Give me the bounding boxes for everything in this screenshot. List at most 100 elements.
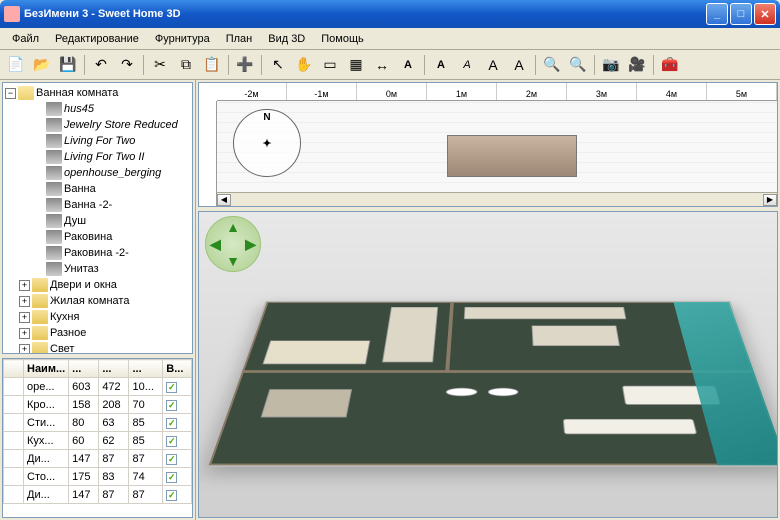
tree-category[interactable]: +Свет: [5, 341, 190, 354]
titlebar: БезИмени 3 - Sweet Home 3D _ □ ✕: [0, 0, 780, 28]
th-c3[interactable]: ...: [129, 360, 163, 378]
dimension-icon[interactable]: ↔: [370, 53, 394, 77]
3d-floor: [206, 301, 778, 467]
select-icon[interactable]: ↖: [266, 53, 290, 77]
tree-item[interactable]: Унитаз: [5, 261, 190, 277]
table-row[interactable]: Кро...15820870✓: [4, 396, 192, 414]
checkbox-icon[interactable]: ✓: [166, 472, 177, 483]
ruler-vertical: [199, 101, 217, 206]
decrease-size-icon[interactable]: A: [507, 53, 531, 77]
menu-3dview[interactable]: Вид 3D: [260, 31, 313, 47]
table-row[interactable]: оре...60347210...✓: [4, 378, 192, 396]
pan-icon[interactable]: ✋: [292, 53, 316, 77]
furniture-table[interactable]: Наим... ... ... ... В... оре...60347210.…: [2, 358, 193, 518]
checkbox-icon[interactable]: ✓: [166, 454, 177, 465]
bed: [263, 340, 371, 364]
menu-furniture[interactable]: Фурнитура: [147, 31, 218, 47]
th-vis[interactable]: В...: [163, 360, 192, 378]
checkbox-icon[interactable]: ✓: [166, 418, 177, 429]
room: [242, 302, 452, 371]
zoom-in-icon[interactable]: 🔍: [540, 53, 564, 77]
minimize-button[interactable]: _: [706, 3, 728, 25]
wall-icon[interactable]: ▭: [318, 53, 342, 77]
sofa: [563, 419, 697, 434]
tree-item[interactable]: Раковина -2-: [5, 245, 190, 261]
italic-icon[interactable]: A: [455, 53, 479, 77]
tree-item[interactable]: Living For Two II: [5, 149, 190, 165]
tree-category[interactable]: +Жилая комната: [5, 293, 190, 309]
tree-category[interactable]: +Двери и окна: [5, 277, 190, 293]
tree-item[interactable]: Душ: [5, 213, 190, 229]
checkbox-icon[interactable]: ✓: [166, 382, 177, 393]
toolbar: 📄 📂 💾 ↶ ↷ ✂ ⧉ 📋 ➕ ↖ ✋ ▭ ▦ ↔ A A A A A 🔍 …: [0, 50, 780, 80]
tree-root[interactable]: −Ванная комната: [5, 85, 190, 101]
copy-icon[interactable]: ⧉: [174, 53, 198, 77]
table-row[interactable]: Сти...806385✓: [4, 414, 192, 432]
menu-help[interactable]: Помощь: [313, 31, 372, 47]
preferences-icon[interactable]: 🧰: [658, 53, 682, 77]
menubar: Файл Редактирование Фурнитура План Вид 3…: [0, 28, 780, 50]
th-name[interactable]: Наим...: [24, 360, 69, 378]
compass-icon[interactable]: ✦: [233, 109, 301, 177]
tree-item[interactable]: Ванна: [5, 181, 190, 197]
nav-down-icon[interactable]: ▼: [226, 253, 240, 269]
scroll-right-icon[interactable]: ▶: [763, 194, 777, 206]
plan-view[interactable]: -2м-1м0м1м2м3м4м5м ✦ ◀ ▶: [198, 82, 778, 207]
app-icon: [4, 6, 20, 22]
tree-item[interactable]: hus45: [5, 101, 190, 117]
bold-icon[interactable]: A: [429, 53, 453, 77]
menu-plan[interactable]: План: [218, 31, 261, 47]
th-c2[interactable]: ...: [99, 360, 129, 378]
tree-item[interactable]: Living For Two: [5, 133, 190, 149]
th-c1[interactable]: ...: [69, 360, 99, 378]
nav-left-icon[interactable]: ◀: [210, 236, 221, 253]
tree-item[interactable]: Ванна -2-: [5, 197, 190, 213]
tree-category[interactable]: +Кухня: [5, 309, 190, 325]
menu-edit[interactable]: Редактирование: [47, 31, 147, 47]
tree-item[interactable]: Раковина: [5, 229, 190, 245]
sink: [487, 387, 519, 396]
cut-icon[interactable]: ✂: [148, 53, 172, 77]
scroll-left-icon[interactable]: ◀: [217, 194, 231, 206]
3d-nav-widget[interactable]: ▲ ▼ ◀ ▶: [205, 216, 261, 272]
table-row[interactable]: Ди...1478787✓: [4, 486, 192, 504]
checkbox-icon[interactable]: ✓: [166, 400, 177, 411]
3d-view[interactable]: ▲ ▼ ◀ ▶: [198, 211, 778, 518]
wardrobe: [382, 307, 439, 363]
kitchen-counter: [464, 307, 627, 319]
table-row[interactable]: Сто...1758374✓: [4, 468, 192, 486]
new-icon[interactable]: 📄: [4, 53, 28, 77]
save-icon[interactable]: 💾: [56, 53, 80, 77]
nav-up-icon[interactable]: ▲: [226, 219, 240, 235]
open-icon[interactable]: 📂: [30, 53, 54, 77]
ruler-horizontal: -2м-1м0м1м2м3м4м5м: [217, 83, 777, 101]
th-icon[interactable]: [4, 360, 24, 378]
checkbox-icon[interactable]: ✓: [166, 436, 177, 447]
furniture-tree[interactable]: −Ванная комната hus45Jewelry Store Reduc…: [2, 82, 193, 354]
plan-hscrollbar[interactable]: ◀ ▶: [217, 192, 777, 206]
increase-size-icon[interactable]: A: [481, 53, 505, 77]
tree-item[interactable]: Jewelry Store Reduced: [5, 117, 190, 133]
tree-category[interactable]: +Разное: [5, 325, 190, 341]
desk: [260, 389, 352, 417]
kitchen-island: [531, 326, 620, 346]
plan-canvas[interactable]: ✦: [217, 101, 777, 192]
close-button[interactable]: ✕: [754, 3, 776, 25]
checkbox-icon[interactable]: ✓: [166, 490, 177, 501]
nav-right-icon[interactable]: ▶: [245, 236, 256, 253]
tree-item[interactable]: openhouse_berging: [5, 165, 190, 181]
photo-icon[interactable]: 📷: [599, 53, 623, 77]
redo-icon[interactable]: ↷: [115, 53, 139, 77]
maximize-button[interactable]: □: [730, 3, 752, 25]
room-icon[interactable]: ▦: [344, 53, 368, 77]
add-furniture-icon[interactable]: ➕: [233, 53, 257, 77]
menu-file[interactable]: Файл: [4, 31, 47, 47]
zoom-out-icon[interactable]: 🔍: [566, 53, 590, 77]
sink: [445, 387, 477, 396]
paste-icon[interactable]: 📋: [200, 53, 224, 77]
table-row[interactable]: Кух...606285✓: [4, 432, 192, 450]
text-icon[interactable]: A: [396, 53, 420, 77]
table-row[interactable]: Ди...1478787✓: [4, 450, 192, 468]
undo-icon[interactable]: ↶: [89, 53, 113, 77]
video-icon[interactable]: 🎥: [625, 53, 649, 77]
